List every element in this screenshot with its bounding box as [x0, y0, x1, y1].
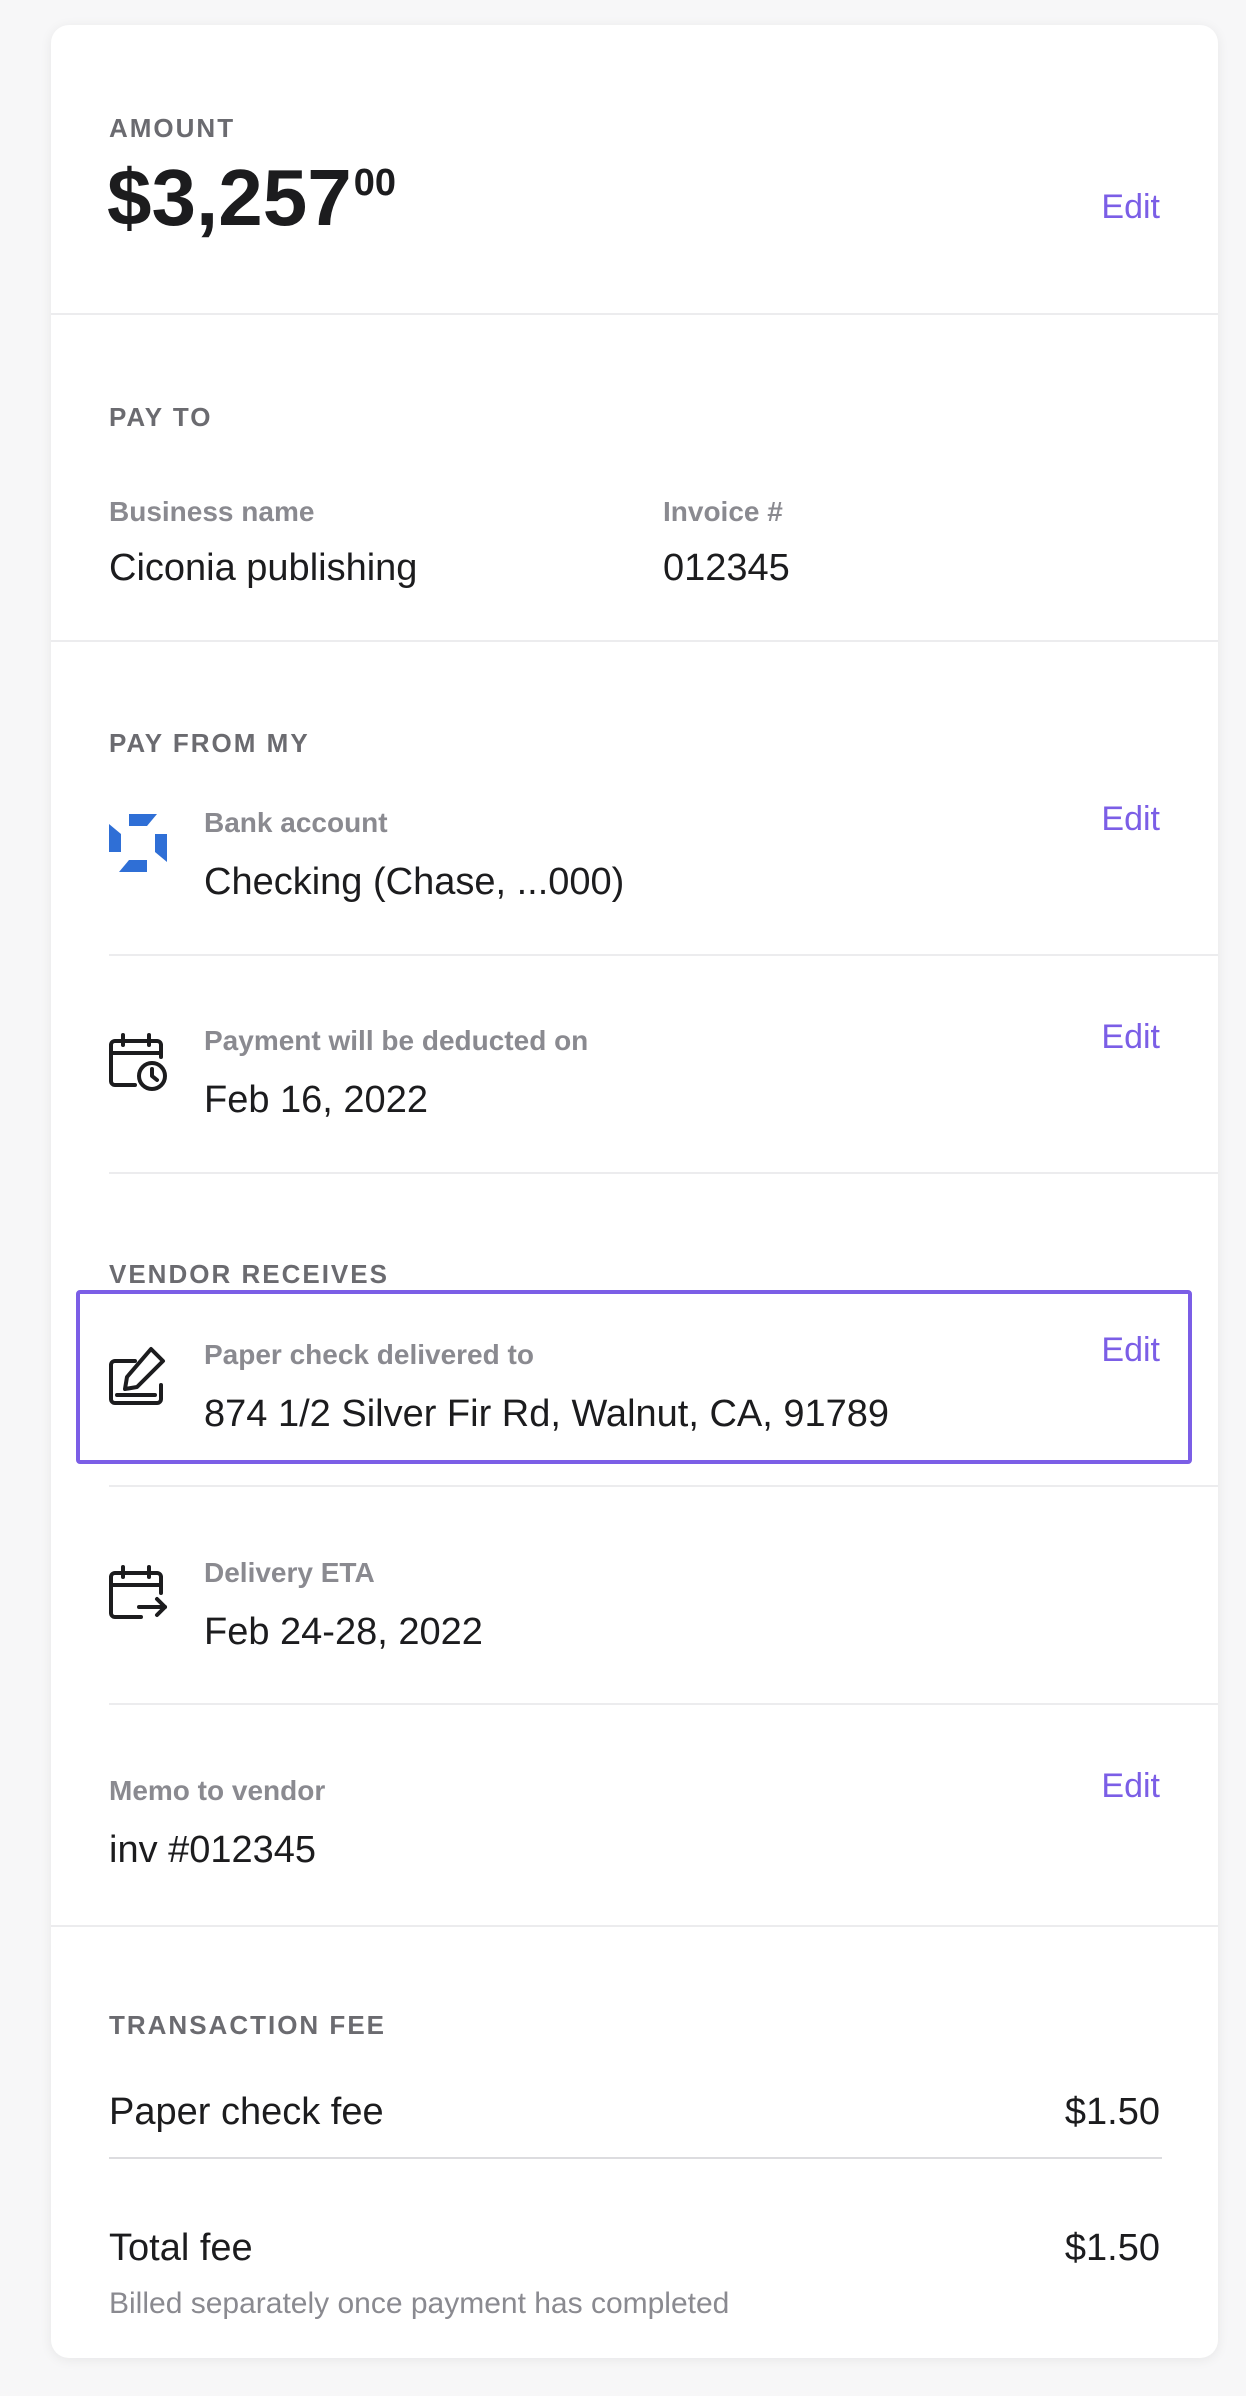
memo-label: Memo to vendor: [109, 1775, 326, 1806]
pen-edit-icon: [109, 1347, 165, 1405]
paper-check-fee-label: Paper check fee: [109, 2091, 384, 2133]
chase-logo-icon: [109, 814, 167, 872]
divider: [51, 313, 1218, 315]
amount-main: $3,257: [107, 153, 352, 242]
delivery-address-edit-link[interactable]: Edit: [1101, 1331, 1160, 1370]
calendar-arrow-icon: [109, 1565, 167, 1619]
divider: [51, 640, 1218, 642]
deduct-date-value: Feb 16, 2022: [204, 1079, 428, 1121]
pay-from-section-label: PAY FROM MY: [109, 728, 310, 758]
memo-edit-link[interactable]: Edit: [1101, 1767, 1160, 1806]
calendar-clock-icon: [109, 1033, 167, 1091]
deduct-date-edit-link[interactable]: Edit: [1101, 1018, 1160, 1057]
vendor-receives-section-label: VENDOR RECEIVES: [109, 1259, 389, 1289]
divider: [109, 954, 1218, 956]
billing-note: Billed separately once payment has compl…: [109, 2287, 730, 2320]
amount-section-label: AMOUNT: [109, 113, 236, 143]
total-fee-value: $1.50: [1064, 2227, 1160, 2269]
delivery-address-value: 874 1/2 Silver Fir Rd, Walnut, CA, 91789: [204, 1393, 890, 1435]
divider: [109, 1703, 1218, 1705]
bank-account-value: Checking (Chase, ...000): [204, 861, 625, 903]
payment-review-card: AMOUNT $3,25700 Edit PAY TO Business nam…: [51, 25, 1218, 2358]
paper-check-fee-value: $1.50: [1064, 2091, 1160, 2133]
invoice-label: Invoice #: [663, 496, 783, 527]
deduct-date-label: Payment will be deducted on: [204, 1025, 589, 1056]
amount-edit-link[interactable]: Edit: [1101, 188, 1160, 227]
divider: [109, 1485, 1218, 1487]
bank-account-edit-link[interactable]: Edit: [1101, 800, 1160, 839]
bank-account-label: Bank account: [204, 807, 388, 838]
amount-cents: 00: [353, 162, 396, 204]
total-fee-label: Total fee: [109, 2227, 253, 2269]
divider: [109, 2157, 1162, 2159]
delivery-address-label: Paper check delivered to: [204, 1339, 534, 1370]
delivery-eta-label: Delivery ETA: [204, 1557, 375, 1588]
delivery-address-highlight[interactable]: [76, 1290, 1192, 1464]
transaction-fee-section-label: TRANSACTION FEE: [109, 2010, 386, 2040]
memo-value: inv #012345: [109, 1829, 317, 1871]
delivery-eta-value: Feb 24-28, 2022: [204, 1611, 483, 1653]
business-name-value: Ciconia publishing: [109, 547, 418, 589]
divider: [51, 1925, 1218, 1927]
amount-value: $3,25700: [107, 158, 396, 238]
invoice-value: 012345: [663, 547, 790, 589]
divider: [109, 1172, 1218, 1174]
business-name-label: Business name: [109, 496, 315, 527]
pay-to-section-label: PAY TO: [109, 402, 213, 432]
